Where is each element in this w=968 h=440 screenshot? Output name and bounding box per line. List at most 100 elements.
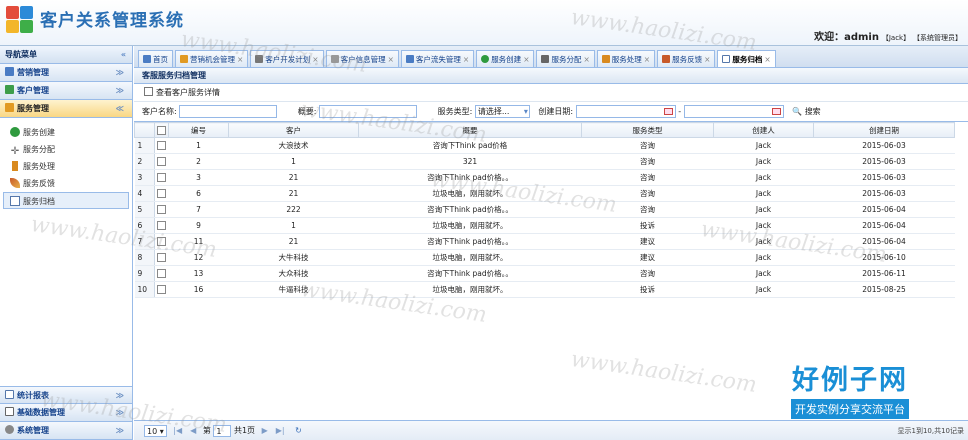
tab-home[interactable]: 首页 [138,50,173,67]
search-button[interactable]: 🔍 搜索 [792,107,821,116]
table-row[interactable]: 6 9 1 垃圾电脑，刚用就坏。 投诉 Jack 2015-06-04 [134,217,955,234]
table-row[interactable]: 8 12 大牛科技 垃圾电脑，刚用就坏。 建议 Jack 2015-06-10 [134,249,955,266]
row-checkbox-cell[interactable] [154,249,169,266]
table-row[interactable]: 7 11 21 咨询下Think pad价格。。 建议 Jack 2015-06-04 [134,233,955,250]
checkbox[interactable] [157,221,167,231]
column-header[interactable]: 创建人 [713,122,814,138]
table-row[interactable]: 1 1 大浪技术 咨询下Think pad价格 咨询 Jack 2015-06-03 [134,137,955,154]
sidebar-item-label: 服务处理 [23,162,55,171]
document-icon [722,55,731,63]
sidebar-panel-system[interactable]: 系统管理 ≫ [0,422,132,440]
prev-page-icon[interactable]: ◀ [190,426,196,435]
sidebar-panel-base-data[interactable]: 基础数据管理 ≫ [0,404,132,422]
tab-customer-loss[interactable]: 客户流失管理 × [400,50,475,67]
first-page-icon[interactable]: |◀ [173,426,182,435]
collapse-sidebar-icon[interactable]: « [121,46,126,64]
table-cell: Jack [713,217,814,234]
sidebar-item-service-create[interactable]: 服务创建 [0,124,132,141]
table-row[interactable]: 3 3 21 咨询下Think pad价格。。 咨询 Jack 2015-06-03 [134,169,955,186]
checkbox[interactable] [157,125,166,135]
row-checkbox-cell[interactable] [154,153,169,170]
close-icon[interactable]: × [644,55,650,64]
tab-service-handle[interactable]: 服务处理 × [596,50,656,67]
customer-name-input[interactable] [179,105,278,118]
tab-dev-plan[interactable]: 客户开发计划 × [250,50,324,67]
sidebar-item-label: 服务归档 [23,197,55,206]
row-checkbox-cell[interactable] [154,185,169,202]
tab-service-create[interactable]: 服务创建 × [476,50,535,67]
tab-service-archive[interactable]: 服务归档 × [717,50,776,67]
select-all-checkbox[interactable] [154,122,169,138]
table-row[interactable]: 5 7 222 咨询下Think pad价格。。 咨询 Jack 2015-06-04 [134,201,955,218]
table-row[interactable]: 10 16 牛逼科技 垃圾电脑，刚用就坏。 投诉 Jack 2015-08-25 [134,281,955,298]
table-row[interactable]: 9 13 大众科技 咨询下Think pad价格。。 咨询 Jack 2015-06-11 [134,265,955,282]
next-page-icon[interactable]: ▶ [262,426,268,435]
chevron-down-icon: ▾ [523,107,528,116]
date-to-input[interactable] [683,105,784,118]
row-checkbox-cell[interactable] [154,201,169,218]
page-size-select[interactable]: 10 ▾ [144,424,167,437]
column-header[interactable]: 概要 [358,122,582,138]
checkbox[interactable] [157,189,167,199]
checkbox[interactable] [157,141,167,151]
close-icon[interactable]: × [463,55,469,64]
row-checkbox-cell[interactable] [154,217,169,234]
table-cell: 咨询 [581,169,714,186]
sidebar-panel-customer[interactable]: 客户管理 ≫ [0,82,132,100]
table-header-row: 编号 客户 概要 服务类型 创建人 创建日期 [134,122,955,138]
sidebar-item-service-archive[interactable]: 服务归档 [3,192,129,209]
sidebar-panel-reports[interactable]: 统计报表 ≫ [0,386,132,404]
checkbox[interactable] [157,269,167,279]
checkbox[interactable] [157,237,167,247]
close-icon[interactable]: × [583,55,589,64]
users-icon [5,85,14,94]
view-detail-button[interactable]: 查看客户服务详情 [144,87,220,97]
sidebar-item-service-handle[interactable]: 服务处理 [0,158,132,175]
row-checkbox-cell[interactable] [154,137,169,154]
page-number-input[interactable]: 1 [213,424,232,437]
last-page-icon[interactable]: ▶| [276,426,285,435]
column-header[interactable]: 创建日期 [813,122,955,138]
tab-service-assign[interactable]: 服务分配 × [536,50,595,67]
tab-marketing-opportunity[interactable]: 营销机会管理 × [175,50,249,67]
checkbox[interactable] [157,285,167,295]
close-icon[interactable]: × [312,55,318,64]
app-title: 客户关系管理系统 [40,11,184,31]
checkbox[interactable] [157,253,167,263]
table-cell: 大牛科技 [228,249,359,266]
checkbox[interactable] [157,157,167,167]
tab-customer-info[interactable]: 客户信息管理 × [325,50,399,67]
row-number: 5 [134,201,155,218]
service-type-select[interactable]: 请选择... ▾ [474,105,530,118]
checkbox[interactable] [157,205,167,215]
column-header[interactable]: 客户 [228,122,359,138]
close-icon[interactable]: × [704,55,710,64]
tab-service-feedback[interactable]: 服务反馈 × [657,50,716,67]
close-icon[interactable]: × [388,55,394,64]
close-icon[interactable]: × [523,55,529,64]
table-row[interactable]: 4 6 21 垃圾电脑，刚用就坏。 咨询 Jack 2015-06-03 [134,185,955,202]
row-checkbox-cell[interactable] [154,169,169,186]
row-checkbox-cell[interactable] [154,265,169,282]
date-from-input[interactable] [575,105,676,118]
summary-input[interactable] [319,105,418,118]
table-cell: 1 [168,137,229,154]
sidebar-panel-marketing[interactable]: 营销管理 ≫ [0,64,132,82]
checkbox[interactable] [157,173,167,183]
refresh-icon[interactable]: ↻ [295,426,302,435]
row-checkbox-cell[interactable] [154,281,169,298]
sidebar-item-label: 服务创建 [23,128,55,137]
role-tag: 【系统管理员】 [913,34,962,42]
calendar-icon[interactable] [663,108,673,115]
row-checkbox-cell[interactable] [154,233,169,250]
table-row[interactable]: 2 2 1 321 咨询 Jack 2015-06-03 [134,153,955,170]
column-header[interactable]: 服务类型 [581,122,714,138]
panel-label: 客户管理 [17,86,49,95]
column-header[interactable]: 编号 [168,122,229,138]
sidebar-panel-service[interactable]: 服务管理 ≪ [0,100,132,118]
sidebar-item-service-feedback[interactable]: 服务反馈 [0,175,132,192]
sidebar-item-service-assign[interactable]: ✛ 服务分配 [0,141,132,158]
close-icon[interactable]: × [764,55,770,64]
calendar-icon[interactable] [771,108,781,115]
close-icon[interactable]: × [237,55,243,64]
